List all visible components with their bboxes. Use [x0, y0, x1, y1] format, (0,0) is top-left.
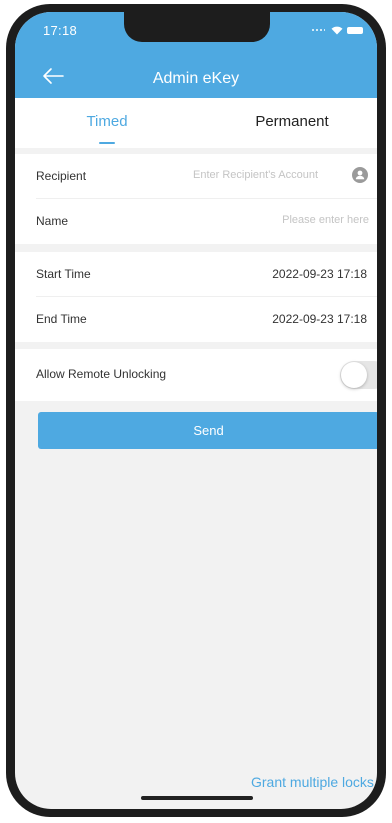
name-label: Name: [36, 214, 69, 228]
recipient-group: Recipient Name: [15, 154, 377, 244]
time-group: Start Time 2022-09-23 17:18 End Time 202…: [15, 252, 377, 342]
top-bar: 17:18 Admin eKey: [15, 12, 377, 98]
remote-unlock-label: Allow Remote Unlocking: [36, 367, 167, 381]
contact-icon[interactable]: [352, 167, 368, 183]
grant-multiple-locks-link[interactable]: Grant multiple locks: [251, 774, 374, 790]
tab-timed[interactable]: Timed: [77, 113, 137, 130]
end-time-label: End Time: [36, 312, 87, 326]
start-time-row[interactable]: Start Time 2022-09-23 17:18: [15, 252, 377, 297]
signal-dots-icon: [311, 29, 325, 31]
status-time: 17:18: [43, 23, 78, 38]
remote-unlock-group: Allow Remote Unlocking: [15, 349, 377, 401]
contact-person-icon: [355, 170, 365, 180]
end-time-value[interactable]: 2022-09-23 17:18: [272, 312, 367, 326]
remote-unlock-toggle[interactable]: [340, 361, 377, 389]
recipient-row: Recipient: [15, 154, 377, 199]
battery-icon: [347, 27, 363, 34]
end-time-row[interactable]: End Time 2022-09-23 17:18: [15, 297, 377, 342]
name-input[interactable]: [273, 214, 369, 226]
active-tab-indicator: [99, 142, 115, 144]
toggle-knob: [341, 362, 367, 388]
name-row: Name: [15, 199, 377, 244]
camera-notch: [124, 12, 270, 42]
start-time-value[interactable]: 2022-09-23 17:18: [272, 267, 367, 281]
app-screen: 17:18 Admin eKey Timed Permanent Recipie…: [15, 12, 377, 809]
phone-frame: 17:18 Admin eKey Timed Permanent Recipie…: [6, 4, 386, 817]
recipient-input[interactable]: [193, 169, 345, 181]
remote-unlock-row: Allow Remote Unlocking: [15, 349, 377, 401]
tab-permanent[interactable]: Permanent: [237, 113, 347, 130]
recipient-label: Recipient: [36, 169, 87, 183]
home-indicator: [141, 796, 253, 800]
send-button[interactable]: Send: [38, 412, 377, 449]
tab-bar: Timed Permanent: [15, 98, 377, 148]
page-title: Admin eKey: [152, 70, 240, 87]
wifi-icon: [331, 26, 343, 35]
start-time-label: Start Time: [36, 267, 91, 281]
